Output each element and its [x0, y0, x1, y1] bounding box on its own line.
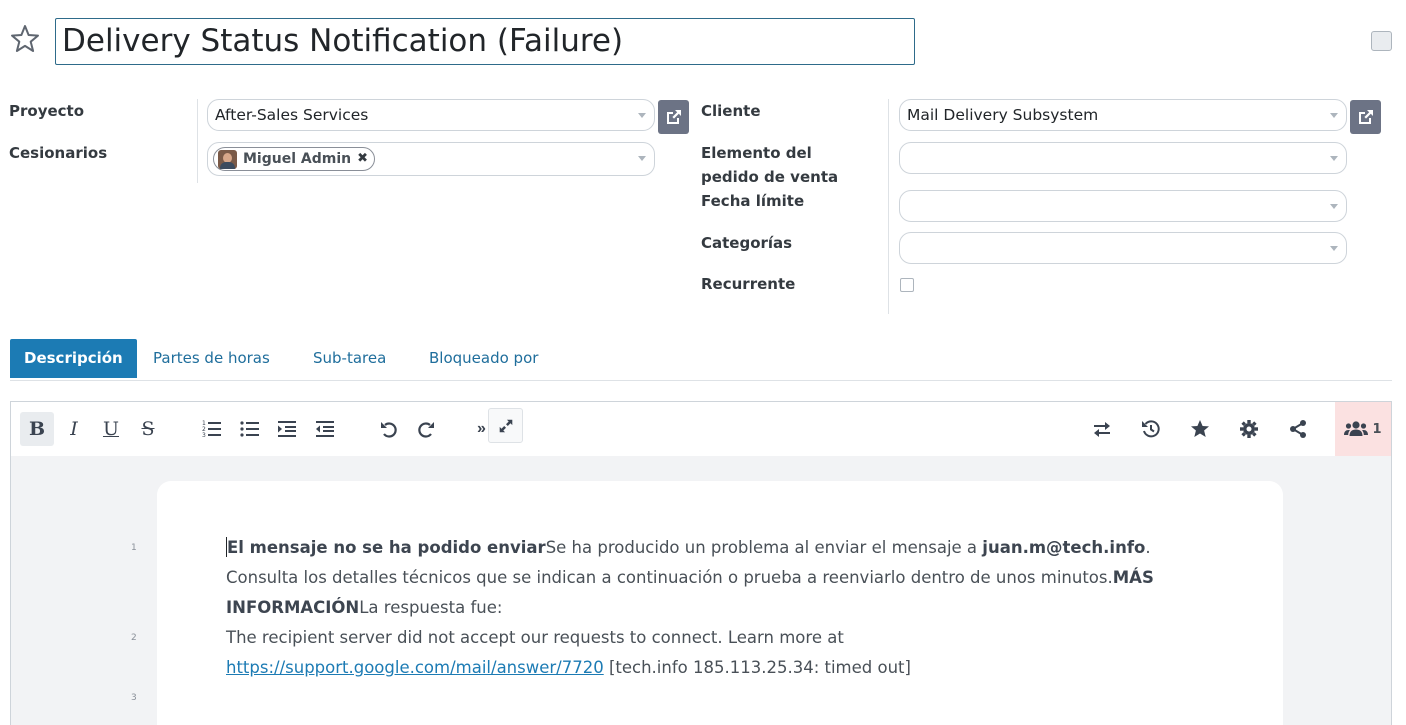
outdent-button[interactable] [308, 412, 342, 446]
paragraph-text: Se ha producido un problema al enviar el… [545, 538, 983, 557]
expand-icon [499, 419, 512, 432]
underline-icon: U [102, 418, 119, 440]
customer-label: Cliente [701, 102, 761, 120]
sale-line-label-1: Elemento del [701, 144, 812, 162]
line-number: 3 [131, 693, 137, 703]
sale-line-label-2: pedido de venta [701, 168, 839, 186]
bold-icon: B [28, 418, 46, 440]
collaborators-button[interactable]: 1 [1335, 402, 1391, 456]
bullet-list-button[interactable] [233, 412, 267, 446]
assignee-tag-label: Miguel Admin [243, 151, 352, 167]
open-project-button[interactable] [658, 100, 689, 134]
underline-button[interactable]: U [94, 412, 128, 446]
customer-value: Mail Delivery Subsystem [907, 106, 1099, 124]
project-value: After-Sales Services [215, 106, 369, 124]
tab-blocked-by[interactable]: Bloqueado por [429, 339, 538, 378]
undo-button[interactable] [372, 412, 406, 446]
bold-heading: El mensaje no se ha podido enviar [227, 538, 546, 557]
notebook-tabs: Descripción Partes de horas Sub-tarea Bl… [10, 339, 1392, 381]
outdent-icon [316, 421, 334, 437]
external-link-icon [1358, 110, 1373, 124]
chevron-down-icon [1330, 113, 1338, 118]
paragraph-text: La respuesta fue: [359, 598, 503, 617]
assignees-select[interactable]: Miguel Admin ✖ [207, 142, 655, 176]
collaborators-count: 1 [1372, 421, 1382, 437]
tab-description[interactable]: Descripción [10, 339, 137, 378]
assignees-label: Cesionarios [9, 144, 108, 162]
document-content[interactable]: El mensaje no se ha podido enviarSe ha p… [226, 533, 1226, 683]
chevron-down-icon [1330, 156, 1338, 161]
external-link-icon [666, 110, 681, 124]
deadline-label: Fecha límite [701, 192, 805, 210]
recurrent-checkbox[interactable] [900, 278, 914, 292]
paragraph-text: [tech.info 185.113.25.34: timed out] [603, 658, 911, 677]
email-address: juan.m@tech.info [982, 538, 1146, 557]
strikethrough-icon: S [141, 418, 155, 440]
corner-checkbox[interactable] [1371, 31, 1392, 51]
redo-button[interactable] [409, 412, 443, 446]
sale-line-select[interactable] [899, 142, 1347, 174]
right-separator [888, 99, 889, 314]
overflow-icon: » [477, 420, 486, 437]
gear-icon [1240, 420, 1258, 438]
open-customer-button[interactable] [1350, 100, 1381, 134]
task-title-input[interactable]: Delivery Status Notification (Failure) [55, 18, 915, 65]
paragraph-text: Consulta los detalles técnicos que se in… [226, 568, 1113, 587]
compare-icon [1094, 422, 1110, 437]
chevron-down-icon [1330, 204, 1338, 209]
indent-button[interactable] [270, 412, 304, 446]
paragraph-2: The recipient server did not accept our … [226, 623, 1226, 683]
star-icon [1191, 420, 1209, 437]
chevron-down-icon [638, 156, 646, 161]
undo-icon [381, 422, 397, 438]
categories-label: Categorías [701, 234, 793, 252]
redo-icon [418, 422, 434, 438]
settings-button[interactable] [1232, 412, 1266, 446]
expand-button[interactable] [488, 408, 523, 443]
project-label: Proyecto [9, 102, 85, 120]
remove-tag-icon[interactable]: ✖ [357, 148, 368, 170]
categories-select[interactable] [899, 232, 1347, 264]
indent-icon [278, 421, 296, 437]
chevron-down-icon [1330, 246, 1338, 251]
paragraph-1: El mensaje no se ha podido enviarSe ha p… [226, 533, 1226, 623]
strikethrough-button[interactable]: S [131, 412, 165, 446]
customer-select[interactable]: Mail Delivery Subsystem [899, 99, 1347, 131]
history-icon [1142, 420, 1160, 438]
assignee-tag: Miguel Admin ✖ [213, 147, 376, 171]
numbered-list-button[interactable]: 123 [195, 412, 229, 446]
left-separator [197, 99, 198, 183]
users-icon [1344, 421, 1369, 436]
chevron-down-icon [638, 113, 646, 118]
tab-subtasks[interactable]: Sub-tarea [313, 339, 386, 378]
bullet-list-icon [240, 421, 259, 437]
deadline-input[interactable] [899, 190, 1347, 222]
star-button[interactable] [1183, 412, 1217, 446]
editor-toolbar: B I U S 123 » 1 [11, 402, 1391, 456]
favorite-star-icon[interactable] [9, 23, 41, 55]
compare-button[interactable] [1085, 412, 1119, 446]
numbered-list-icon: 123 [202, 420, 221, 439]
italic-icon: I [70, 418, 78, 440]
project-select[interactable]: After-Sales Services [207, 99, 655, 131]
paragraph-text: . [1145, 538, 1151, 557]
italic-button[interactable]: I [57, 412, 91, 446]
share-icon [1290, 420, 1306, 438]
avatar [218, 149, 237, 169]
paragraph-text: The recipient server did not accept our … [226, 628, 844, 647]
tab-timesheets[interactable]: Partes de horas [153, 339, 270, 378]
support-link[interactable]: https://support.google.com/mail/answer/7… [226, 658, 604, 677]
svg-text:3: 3 [202, 432, 206, 439]
history-button[interactable] [1134, 412, 1168, 446]
share-button[interactable] [1281, 412, 1315, 446]
description-editor: B I U S 123 » 1 1 2 3 El mensaje no se h… [10, 401, 1392, 725]
line-number: 1 [131, 543, 137, 553]
bold-button[interactable]: B [20, 412, 54, 446]
recurrent-label: Recurrente [701, 275, 796, 293]
line-number: 2 [131, 633, 137, 643]
